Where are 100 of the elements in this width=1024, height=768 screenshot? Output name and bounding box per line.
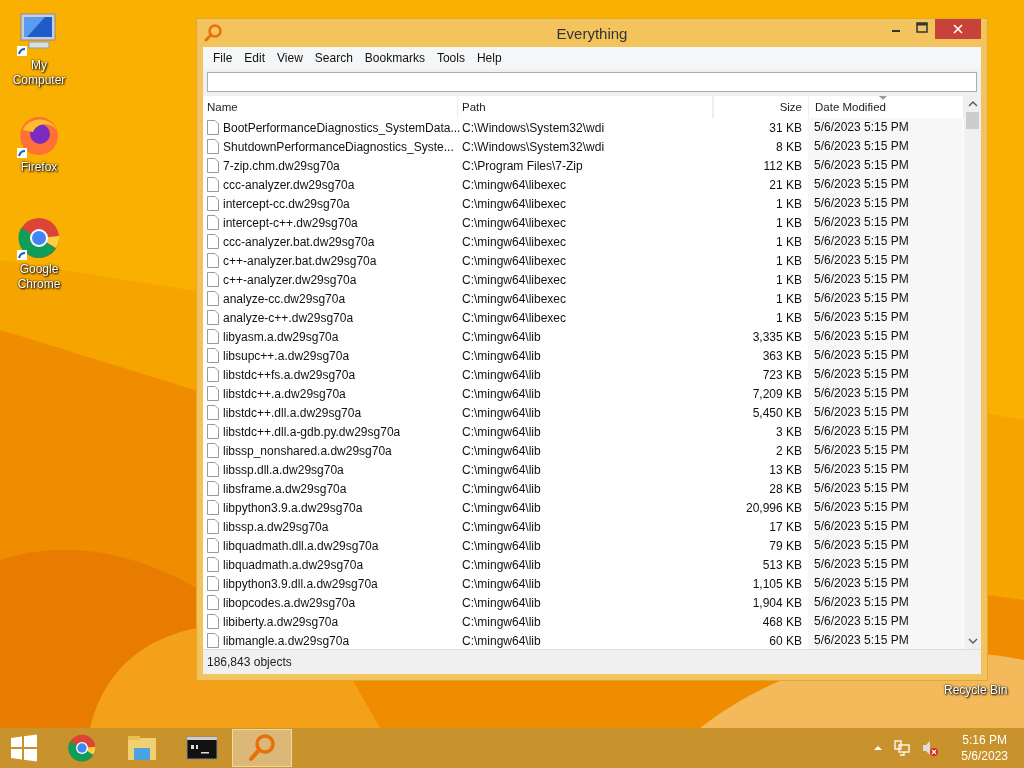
file-name[interactable]: intercept-c++.dw29sg70a <box>223 215 358 230</box>
table-cell: C:\mingw64\lib <box>462 576 541 591</box>
menu-item[interactable]: Tools <box>430 49 471 67</box>
file-name[interactable]: libopcodes.a.dw29sg70a <box>223 595 356 610</box>
table-cell: C:\Windows\System32\wdi <box>462 120 605 135</box>
table-cell: 5/6/2023 5:15 PM <box>808 251 963 270</box>
table-cell: 5/6/2023 5:15 PM <box>808 441 963 460</box>
file-icon <box>207 538 219 553</box>
windows-logo-icon[interactable] <box>10 734 38 762</box>
file-name[interactable]: libpython3.9.dll.a.dw29sg70a <box>223 576 378 591</box>
table-cell: 28 KB <box>769 481 802 496</box>
column-header[interactable]: Size <box>714 96 809 118</box>
file-icon <box>207 481 219 496</box>
menu-item[interactable]: Bookmarks <box>358 49 431 67</box>
table-cell: 2 KB <box>776 443 802 458</box>
file-name[interactable]: libpython3.9.a.dw29sg70a <box>223 500 363 515</box>
table-cell: C:\mingw64\libexec <box>462 310 567 325</box>
file-name[interactable]: 7-zip.chm.dw29sg70a <box>223 158 340 173</box>
table-cell: 1 KB <box>776 272 802 287</box>
table-cell: 363 KB <box>762 348 802 363</box>
file-icon <box>207 348 219 363</box>
scroll-up-icon[interactable] <box>967 100 978 108</box>
table-cell: C:\mingw64\lib <box>462 481 541 496</box>
file-name[interactable]: libsframe.a.dw29sg70a <box>223 481 347 496</box>
search-field[interactable] <box>207 72 977 92</box>
table-cell: 5/6/2023 5:15 PM <box>808 460 963 479</box>
file-icon <box>207 576 219 591</box>
table-cell: C:\mingw64\libexec <box>462 272 567 287</box>
table-cell: 5/6/2023 5:15 PM <box>808 194 963 213</box>
table-cell: C:\mingw64\lib <box>462 443 541 458</box>
file-name[interactable]: analyze-c++.dw29sg70a <box>223 310 354 325</box>
magnifier-icon[interactable] <box>246 732 278 764</box>
table-cell: 1 KB <box>776 215 802 230</box>
table-cell: 5/6/2023 5:15 PM <box>808 232 963 251</box>
table-cell: 5/6/2023 5:15 PM <box>808 289 963 308</box>
file-name[interactable]: libyasm.a.dw29sg70a <box>223 329 339 344</box>
table-cell: 1 KB <box>776 291 802 306</box>
show-hidden-icons-icon[interactable] <box>873 745 884 751</box>
file-name[interactable]: libmangle.a.dw29sg70a <box>223 633 350 648</box>
file-name[interactable]: libssp_nonshared.a.dw29sg70a <box>223 443 392 458</box>
scroll-down-icon[interactable] <box>967 637 978 645</box>
file-name[interactable]: libiberty.a.dw29sg70a <box>223 614 339 629</box>
file-name[interactable]: c++-analyzer.dw29sg70a <box>223 272 357 287</box>
table-cell: C:\mingw64\lib <box>462 405 541 420</box>
table-cell: 468 KB <box>762 614 802 629</box>
file-name[interactable]: ShutdownPerformanceDiagnostics_Syste... <box>223 139 454 154</box>
menu-item[interactable]: Help <box>470 49 508 67</box>
table-cell: 1,105 KB <box>752 576 802 591</box>
table-cell: 31 KB <box>769 120 802 135</box>
menu-item[interactable]: File <box>207 49 239 67</box>
table-cell: 13 KB <box>769 462 802 477</box>
table-cell: C:\mingw64\lib <box>462 424 541 439</box>
file-name[interactable]: libstdc++.a.dw29sg70a <box>223 386 346 401</box>
file-icon <box>207 196 219 211</box>
file-name[interactable]: libquadmath.dll.a.dw29sg70a <box>223 538 379 553</box>
column-header[interactable]: Name <box>203 96 458 118</box>
table-cell: C:\mingw64\libexec <box>462 291 567 306</box>
file-name[interactable]: libstdc++.dll.a-gdb.py.dw29sg70a <box>223 424 401 439</box>
file-name[interactable]: libstdc++.dll.a.dw29sg70a <box>223 405 362 420</box>
muted-speaker-icon[interactable] <box>921 739 940 757</box>
table-cell: 5/6/2023 5:15 PM <box>808 308 963 327</box>
file-name[interactable]: libssp.a.dw29sg70a <box>223 519 329 534</box>
file-name[interactable]: BootPerformanceDiagnostics_SystemData... <box>223 120 461 135</box>
file-name[interactable]: analyze-cc.dw29sg70a <box>223 291 346 306</box>
file-name[interactable]: libssp.dll.a.dw29sg70a <box>223 462 344 477</box>
table-cell: C:\mingw64\lib <box>462 595 541 610</box>
file-name[interactable]: ccc-analyzer.dw29sg70a <box>223 177 355 192</box>
file-name[interactable]: c++-analyzer.bat.dw29sg70a <box>223 253 377 268</box>
table-cell: 5/6/2023 5:15 PM <box>808 498 963 517</box>
table-cell: 3,335 KB <box>752 329 802 344</box>
network-icon[interactable] <box>893 739 912 757</box>
file-icon <box>207 424 219 439</box>
table-cell: 5/6/2023 5:15 PM <box>808 137 963 156</box>
table-cell: 5/6/2023 5:15 PM <box>808 517 963 536</box>
table-cell: 513 KB <box>762 557 802 572</box>
file-name[interactable]: libsupc++.a.dw29sg70a <box>223 348 350 363</box>
menu-item[interactable]: Edit <box>238 49 272 67</box>
table-cell: 7,209 KB <box>752 386 802 401</box>
table-cell: C:\mingw64\libexec <box>462 234 567 249</box>
file-name[interactable]: libquadmath.a.dw29sg70a <box>223 557 364 572</box>
magnifier-icon <box>203 23 223 43</box>
file-name[interactable]: ccc-analyzer.bat.dw29sg70a <box>223 234 375 249</box>
table-cell: 5/6/2023 5:15 PM <box>808 403 963 422</box>
table-cell: 60 KB <box>769 633 802 648</box>
file-name[interactable]: libstdc++fs.a.dw29sg70a <box>223 367 356 382</box>
table-cell: C:\Windows\System32\wdi <box>462 139 605 154</box>
status-text: 186,843 objects <box>207 655 292 669</box>
table-cell: C:\mingw64\lib <box>462 538 541 553</box>
table-cell: C:\mingw64\lib <box>462 367 541 382</box>
scrollbar[interactable] <box>964 96 981 649</box>
column-header[interactable]: Path <box>458 96 713 118</box>
scroll-thumb[interactable] <box>966 112 979 129</box>
menu-item[interactable]: Search <box>308 49 359 67</box>
table-cell: 3 KB <box>776 424 802 439</box>
table-cell: C:\mingw64\libexec <box>462 196 567 211</box>
table-cell: 5/6/2023 5:15 PM <box>808 213 963 232</box>
table-cell: 5/6/2023 5:15 PM <box>808 593 963 612</box>
menu-item[interactable]: View <box>271 49 309 67</box>
file-name[interactable]: intercept-cc.dw29sg70a <box>223 196 350 211</box>
chrome-icon[interactable] <box>66 732 98 764</box>
